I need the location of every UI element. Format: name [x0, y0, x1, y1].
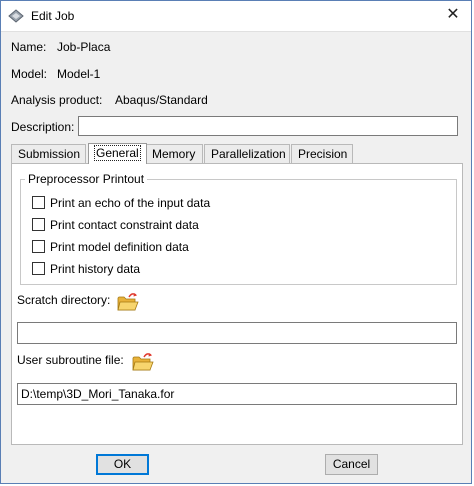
name-value: Job-Placa	[57, 40, 111, 54]
echo-input-checkbox[interactable]: Print an echo of the input data	[32, 196, 210, 212]
cancel-button[interactable]: Cancel	[325, 454, 378, 475]
model-definition-checkbox[interactable]: Print model definition data	[32, 240, 189, 256]
user-subroutine-input[interactable]: D:\temp\3D_Mori_Tanaka.for	[17, 383, 457, 405]
folder-open-icon[interactable]	[132, 352, 154, 372]
checkbox-box[interactable]	[32, 240, 45, 253]
tab-submission[interactable]: Submission	[11, 144, 86, 163]
checkbox-box[interactable]	[32, 218, 45, 231]
general-tab-panel: Preprocessor Printout Print an echo of t…	[11, 163, 463, 445]
edit-job-dialog: Edit Job ✕ Name: Job-Placa Model: Model-…	[0, 0, 472, 484]
model-value: Model-1	[57, 67, 101, 81]
tab-label: Submission	[18, 147, 81, 161]
analysis-product-value: Abaqus/Standard	[115, 93, 208, 107]
scratch-directory-input[interactable]	[17, 322, 457, 344]
model-label: Model:	[11, 67, 48, 81]
user-subroutine-label: User subroutine file:	[17, 353, 124, 367]
scratch-directory-label: Scratch directory:	[17, 293, 111, 307]
tab-memory[interactable]: Memory	[145, 144, 203, 163]
name-label: Name:	[11, 40, 47, 54]
description-label: Description:	[11, 120, 75, 134]
window-title: Edit Job	[31, 9, 75, 23]
analysis-product-label: Analysis product:	[11, 93, 103, 107]
tab-label: Precision	[298, 147, 348, 161]
tab-label: Memory	[152, 147, 196, 161]
ok-button[interactable]: OK	[96, 454, 149, 475]
tab-parallelization[interactable]: Parallelization	[204, 144, 290, 163]
history-data-checkbox[interactable]: Print history data	[32, 262, 140, 278]
tab-general[interactable]: General	[88, 143, 147, 164]
close-button[interactable]: ✕	[443, 5, 463, 25]
group-title: Preprocessor Printout	[25, 172, 148, 186]
description-input[interactable]	[78, 116, 458, 136]
checkbox-box[interactable]	[32, 196, 45, 209]
checkbox-label: Print an echo of the input data	[50, 196, 211, 210]
tab-label: Parallelization	[211, 147, 286, 161]
abaqus-logo-icon	[8, 9, 24, 23]
folder-open-icon[interactable]	[117, 292, 139, 312]
contact-constraint-checkbox[interactable]: Print contact constraint data	[32, 218, 199, 234]
title-bar[interactable]: Edit Job ✕	[1, 1, 471, 32]
checkbox-label: Print model definition data	[50, 240, 189, 254]
tab-precision[interactable]: Precision	[291, 144, 353, 163]
tab-label: General	[94, 145, 141, 161]
checkbox-box[interactable]	[32, 262, 45, 275]
checkbox-label: Print history data	[50, 262, 141, 276]
preprocessor-printout-group: Preprocessor Printout Print an echo of t…	[20, 172, 457, 285]
checkbox-label: Print contact constraint data	[50, 218, 199, 232]
